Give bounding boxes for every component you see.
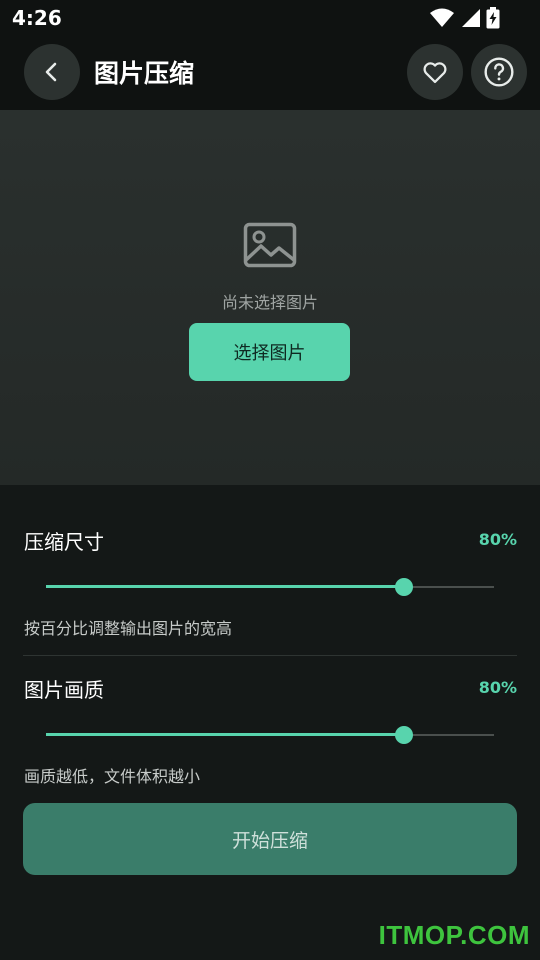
battery-charging-icon — [486, 7, 500, 29]
help-button[interactable] — [471, 44, 527, 100]
status-icons — [430, 7, 500, 29]
no-image-text: 尚未选择图片 — [221, 293, 318, 312]
size-setting-value: 80% — [478, 530, 517, 549]
section-divider — [23, 655, 517, 656]
quality-setting-title: 图片画质 — [24, 678, 104, 702]
page-title: 图片压缩 — [94, 59, 195, 88]
slider-fill — [46, 733, 405, 736]
slider-fill — [46, 585, 405, 588]
watermark: ITMOP.COM — [378, 920, 530, 950]
quality-setting-value: 80% — [478, 678, 517, 697]
back-button[interactable] — [24, 44, 80, 100]
size-setting-title: 压缩尺寸 — [24, 530, 104, 554]
image-icon — [243, 222, 297, 268]
size-setting-description: 按百分比调整输出图片的宽高 — [24, 619, 233, 638]
slider-thumb[interactable] — [395, 578, 414, 596]
status-time: 4:26 — [12, 6, 62, 30]
slider-thumb[interactable] — [395, 726, 414, 744]
image-preview-area[interactable]: 尚未选择图片 选择图片 — [0, 110, 540, 485]
start-compress-button[interactable]: 开始压缩 — [23, 803, 517, 875]
select-image-button[interactable]: 选择图片 — [189, 323, 350, 381]
help-circle-icon — [484, 57, 514, 87]
size-slider[interactable] — [46, 577, 494, 597]
quality-setting-description: 画质越低，文件体积越小 — [24, 767, 201, 786]
status-bar: 4:26 — [0, 0, 540, 36]
chevron-left-icon — [45, 62, 57, 82]
cell-signal-icon — [462, 9, 480, 27]
heart-icon — [423, 62, 447, 84]
quality-slider[interactable] — [46, 725, 494, 745]
app-bar: 图片压缩 — [0, 36, 540, 110]
favorite-button[interactable] — [407, 44, 463, 100]
wifi-icon — [430, 8, 454, 27]
